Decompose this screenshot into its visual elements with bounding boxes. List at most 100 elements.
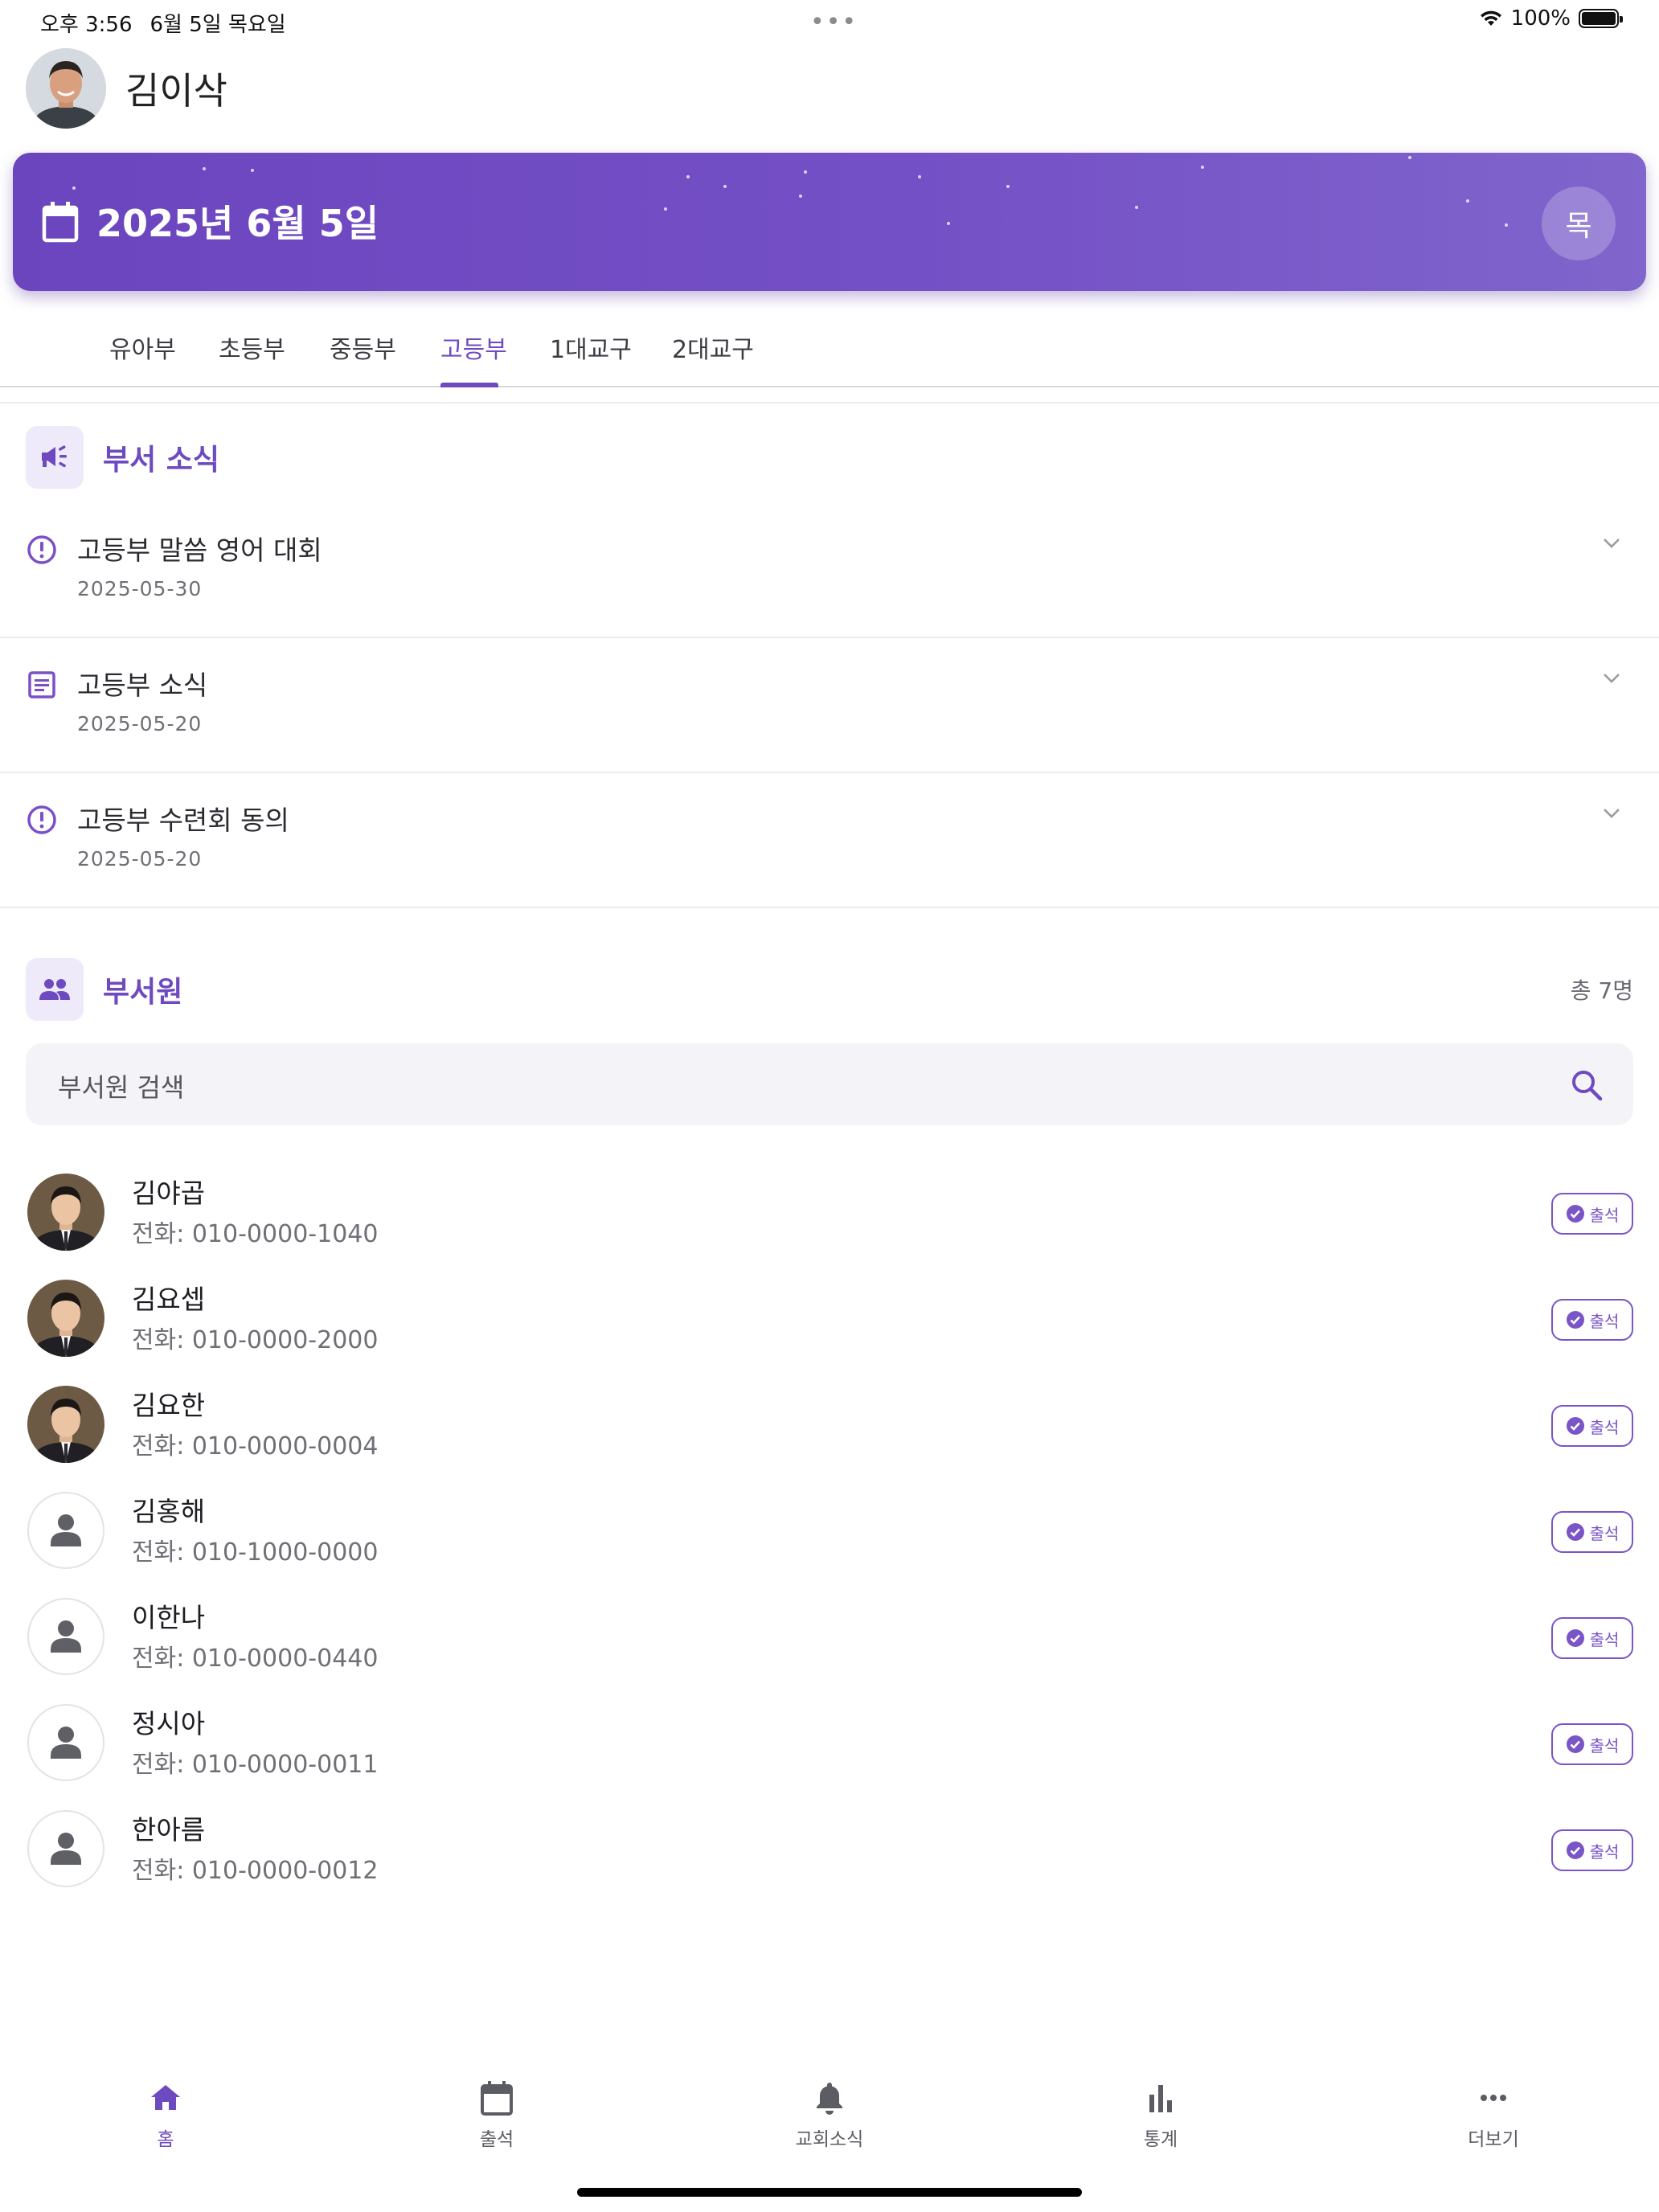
user-photo bbox=[26, 48, 106, 129]
search-icon[interactable] bbox=[1569, 1067, 1604, 1103]
avatar bbox=[27, 1386, 104, 1463]
chevron-down-icon[interactable] bbox=[1600, 805, 1624, 821]
attendance-label: 출석 bbox=[1589, 1735, 1620, 1755]
avatar bbox=[27, 1704, 104, 1781]
check-circle-icon bbox=[1566, 1629, 1584, 1647]
search-placeholder: 부서원 검색 bbox=[58, 1072, 185, 1103]
attendance-chip[interactable]: 출석 bbox=[1551, 1193, 1633, 1235]
battery-fill bbox=[1582, 12, 1616, 25]
member-name: 김요한 bbox=[132, 1390, 206, 1421]
member-phone: 전화: 010-0000-0011 bbox=[132, 1751, 379, 1779]
member-name: 이한나 bbox=[132, 1602, 206, 1633]
avatar bbox=[27, 1174, 104, 1251]
department-tabs: 유아부 초등부 중등부 고등부 1대교구 2대교구 bbox=[0, 313, 1659, 387]
avatar[interactable] bbox=[26, 48, 106, 129]
chevron-down-icon[interactable] bbox=[1600, 670, 1624, 686]
attendance-chip[interactable]: 출석 bbox=[1551, 1829, 1633, 1871]
active-tab-indicator bbox=[440, 383, 498, 387]
news-item[interactable]: 고등부 수련회 동의 2025-05-20 bbox=[0, 773, 1659, 908]
news-item[interactable]: 고등부 말씀 영어 대회 2025-05-30 bbox=[0, 503, 1659, 638]
user-name: 김이삭 bbox=[125, 69, 227, 113]
check-circle-icon bbox=[1566, 1205, 1584, 1223]
news-title: 고등부 소식 bbox=[77, 670, 208, 701]
tab-middle-school[interactable]: 중등부 bbox=[330, 330, 396, 386]
member-search-input[interactable]: 부서원 검색 bbox=[26, 1043, 1633, 1125]
tab-district-1[interactable]: 1대교구 bbox=[550, 330, 632, 386]
banner-star bbox=[1466, 199, 1469, 203]
home-icon bbox=[151, 2085, 180, 2110]
chevron-down-icon[interactable] bbox=[1600, 535, 1624, 551]
banner-star bbox=[203, 167, 206, 170]
banner-star bbox=[251, 169, 254, 172]
battery-icon bbox=[1579, 9, 1623, 28]
nav-attendance[interactable]: 출석 bbox=[416, 2079, 577, 2151]
news-date: 2025-05-20 bbox=[77, 847, 203, 870]
bar-chart-icon bbox=[1149, 2085, 1172, 2112]
nav-home[interactable]: 홈 bbox=[85, 2079, 246, 2151]
tab-elementary[interactable]: 초등부 bbox=[219, 330, 285, 386]
check-circle-icon bbox=[1566, 1523, 1584, 1541]
member-row[interactable]: 이한나 전화: 010-0000-0440 출석 bbox=[0, 1585, 1659, 1691]
member-name: 김홍해 bbox=[132, 1496, 206, 1527]
tab-kindergarten[interactable]: 유아부 bbox=[109, 330, 176, 386]
member-name: 한아름 bbox=[132, 1814, 206, 1845]
banner-star bbox=[918, 175, 921, 178]
attendance-chip[interactable]: 출석 bbox=[1551, 1617, 1633, 1659]
member-phone: 전화: 010-1000-0000 bbox=[132, 1538, 379, 1567]
date-banner[interactable]: 2025년 6월 5일 목 bbox=[13, 153, 1646, 291]
banner-star bbox=[686, 175, 690, 178]
attendance-chip[interactable]: 출석 bbox=[1551, 1723, 1633, 1765]
member-row[interactable]: 한아름 전화: 010-0000-0012 출석 bbox=[0, 1797, 1659, 1903]
news-date: 2025-05-30 bbox=[77, 577, 203, 600]
avatar bbox=[27, 1492, 104, 1569]
member-name: 김야곱 bbox=[132, 1178, 206, 1209]
member-row[interactable]: 김요셉전화: 010-0000-2000 출석 bbox=[0, 1267, 1659, 1373]
news-title: 고등부 말씀 영어 대회 bbox=[77, 535, 322, 566]
member-row[interactable]: 김요한 전화: 010-0000-0004 출석 bbox=[0, 1373, 1659, 1479]
member-name: 정시아 bbox=[132, 1708, 206, 1739]
user-header: 김이삭 bbox=[26, 48, 227, 129]
members-section-title: 부서원 bbox=[103, 976, 183, 1009]
member-count: 총 7명 bbox=[1570, 977, 1633, 1004]
banner-star bbox=[799, 195, 802, 198]
banner-star bbox=[947, 222, 950, 225]
wifi-icon bbox=[1480, 10, 1501, 26]
attendance-chip[interactable]: 출석 bbox=[1551, 1511, 1633, 1553]
nav-church-news[interactable]: 교회소식 bbox=[749, 2079, 910, 2151]
megaphone-icon bbox=[26, 426, 84, 489]
member-row[interactable]: 정시아전화: 010-0000-0011 출석 bbox=[0, 1691, 1659, 1797]
alert-circle-icon bbox=[27, 535, 56, 564]
nav-statistics[interactable]: 통계 bbox=[1080, 2079, 1241, 2151]
attendance-chip[interactable]: 출석 bbox=[1551, 1405, 1633, 1447]
attendance-label: 출석 bbox=[1589, 1311, 1620, 1331]
people-icon bbox=[26, 958, 84, 1021]
battery-percent: 100% bbox=[1510, 6, 1571, 31]
tab-district-2[interactable]: 2대교구 bbox=[672, 330, 754, 386]
news-section-header: 부서 소식 bbox=[26, 426, 1633, 489]
multitasking-dots-icon[interactable]: ••• bbox=[810, 8, 858, 36]
weekday-badge[interactable]: 목 bbox=[1542, 186, 1616, 260]
document-icon bbox=[28, 671, 55, 698]
banner-star bbox=[1135, 206, 1138, 209]
nav-more[interactable]: 더보기 bbox=[1413, 2079, 1574, 2151]
calendar-icon bbox=[42, 202, 79, 243]
member-row[interactable]: 김야곱 전화: 010-0000-1040 출석 bbox=[0, 1161, 1659, 1267]
more-icon bbox=[1481, 2095, 1506, 2101]
avatar bbox=[27, 1598, 104, 1675]
attendance-chip[interactable]: 출석 bbox=[1551, 1299, 1633, 1341]
banner-star bbox=[1505, 223, 1508, 227]
nav-label: 홈 bbox=[157, 2129, 174, 2150]
banner-star bbox=[1006, 185, 1010, 188]
attendance-label: 출석 bbox=[1589, 1841, 1620, 1862]
avatar bbox=[27, 1810, 104, 1887]
member-row[interactable]: 김홍해전화: 010-1000-0000 출석 bbox=[0, 1479, 1659, 1585]
banner-star bbox=[1201, 166, 1204, 169]
news-item[interactable]: 고등부 소식 2025-05-20 bbox=[0, 638, 1659, 773]
check-circle-icon bbox=[1566, 1311, 1584, 1329]
member-phone: 전화: 010-0000-2000 bbox=[132, 1326, 379, 1354]
home-indicator[interactable] bbox=[577, 2188, 1082, 2197]
tab-high-school[interactable]: 고등부 bbox=[440, 330, 507, 386]
attendance-label: 출석 bbox=[1589, 1629, 1620, 1649]
member-name: 김요셉 bbox=[132, 1284, 206, 1315]
bell-icon bbox=[817, 2083, 842, 2115]
